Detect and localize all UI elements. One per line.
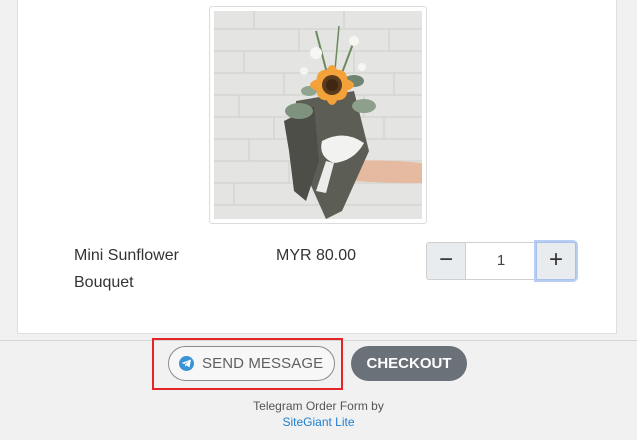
quantity-decrease-button[interactable]: − xyxy=(426,242,466,280)
telegram-icon xyxy=(179,356,194,371)
sunflower-bouquet-image xyxy=(214,11,422,219)
sitegiant-lite-link[interactable]: SiteGiant Lite xyxy=(282,415,354,429)
footer-link-wrapper: SiteGiant Lite xyxy=(0,415,637,430)
product-price: MYR 80.00 xyxy=(276,247,357,264)
product-card: Mini Sunflower Bouquet MYR 80.00 − 1 + xyxy=(17,0,617,334)
quantity-stepper: − 1 + xyxy=(426,242,576,280)
checkout-button[interactable]: CHECKOUT xyxy=(351,346,467,381)
quantity-increase-button[interactable]: + xyxy=(536,242,576,280)
quantity-input[interactable]: 1 xyxy=(466,242,536,280)
send-message-label: SEND MESSAGE xyxy=(202,355,324,372)
send-message-button[interactable]: SEND MESSAGE xyxy=(168,346,335,381)
footer-text: Telegram Order Form by xyxy=(253,399,384,413)
product-image-frame xyxy=(209,6,427,224)
product-image xyxy=(214,11,422,219)
product-name: Mini Sunflower Bouquet xyxy=(74,247,179,291)
order-form-page: Mini Sunflower Bouquet MYR 80.00 − 1 + S… xyxy=(0,0,637,440)
